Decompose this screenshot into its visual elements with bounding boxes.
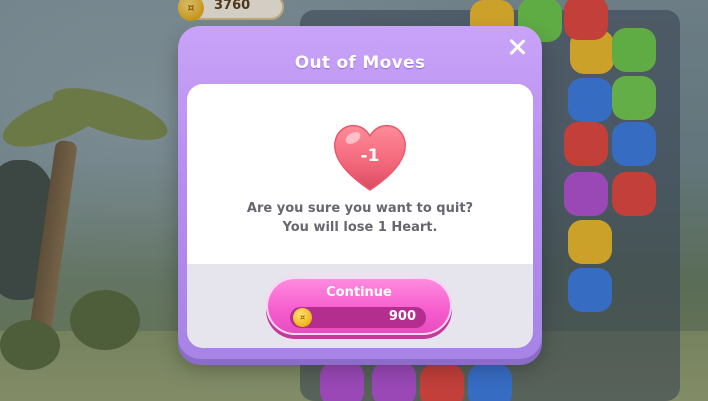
continue-price: 900	[388, 309, 416, 324]
out-of-moves-dialog: Out of Moves -1 Are you sure you want to…	[178, 26, 542, 359]
close-icon[interactable]	[504, 34, 530, 60]
heart-cost-label: -1	[360, 146, 380, 166]
dialog-title: Out of Moves	[294, 53, 426, 73]
continue-label: Continue	[326, 285, 392, 300]
message-line-1: Are you sure you want to quit?	[246, 201, 474, 216]
coin-icon: ¤	[293, 308, 312, 327]
quit-warning-message: Are you sure you want to quit? You will …	[187, 199, 533, 237]
continue-button[interactable]: Continue ¤ 900	[266, 277, 452, 335]
continue-price-pill: ¤ 900	[290, 307, 426, 328]
dialog-panel: -1 Are you sure you want to quit? You wi…	[187, 84, 533, 348]
message-line-2: You will lose 1 Heart.	[282, 220, 438, 235]
